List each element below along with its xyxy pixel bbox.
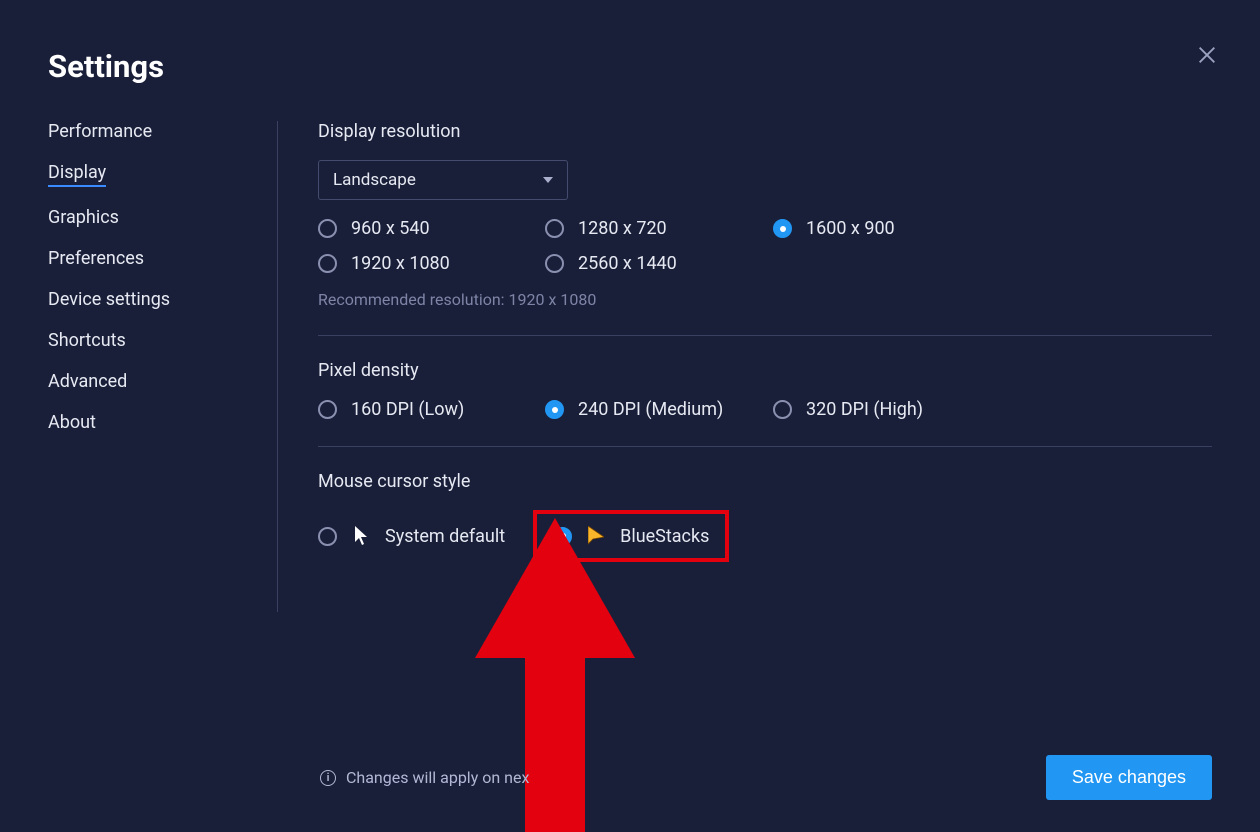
radio-icon	[545, 219, 564, 238]
radio-label: BlueStacks	[620, 526, 709, 547]
annotation-highlight-box: BlueStacks	[533, 510, 729, 562]
section-title: Display resolution	[318, 121, 1212, 142]
orientation-select-value: Landscape	[333, 170, 416, 190]
radio-label: 2560 x 1440	[578, 253, 677, 274]
info-icon: i	[320, 770, 336, 786]
section-display-resolution: Display resolution Landscape 960 x 540 1…	[318, 121, 1212, 336]
radio-icon	[545, 400, 564, 419]
footer: i Changes will apply on nex Save changes	[320, 755, 1212, 800]
sidebar-item-about[interactable]: About	[48, 412, 96, 433]
radio-label: 240 DPI (Medium)	[578, 399, 723, 420]
radio-icon	[553, 527, 572, 546]
radio-label: 960 x 540	[351, 218, 430, 239]
radio-label: 1280 x 720	[578, 218, 667, 239]
radio-icon	[773, 219, 792, 238]
resolution-option-1600x900[interactable]: 1600 x 900	[773, 218, 1001, 239]
page-title: Settings	[48, 48, 1212, 85]
sidebar-item-graphics[interactable]: Graphics	[48, 207, 119, 228]
sidebar-item-shortcuts[interactable]: Shortcuts	[48, 330, 126, 351]
radio-icon	[318, 219, 337, 238]
sidebar-item-display[interactable]: Display	[48, 162, 106, 187]
cursor-system-icon	[351, 524, 371, 548]
section-pixel-density: Pixel density 160 DPI (Low) 240 DPI (Med…	[318, 360, 1212, 447]
dpi-option-160[interactable]: 160 DPI (Low)	[318, 399, 545, 420]
dpi-option-240[interactable]: 240 DPI (Medium)	[545, 399, 773, 420]
footer-note-text: Changes will apply on nex	[346, 768, 529, 787]
sidebar-item-device-settings[interactable]: Device settings	[48, 289, 170, 310]
close-icon	[1196, 44, 1218, 66]
radio-label: 160 DPI (Low)	[351, 399, 464, 420]
sidebar: Performance Display Graphics Preferences…	[48, 121, 278, 612]
radio-icon	[545, 254, 564, 273]
resolution-option-960x540[interactable]: 960 x 540	[318, 218, 545, 239]
radio-icon	[318, 527, 337, 546]
sidebar-item-preferences[interactable]: Preferences	[48, 248, 144, 269]
radio-icon	[318, 400, 337, 419]
content: Display resolution Landscape 960 x 540 1…	[278, 121, 1212, 612]
radio-label: 320 DPI (High)	[806, 399, 923, 420]
radio-label: 1920 x 1080	[351, 253, 450, 274]
section-mouse-cursor: Mouse cursor style System default	[318, 471, 1212, 588]
section-title: Pixel density	[318, 360, 1212, 381]
radio-icon	[773, 400, 792, 419]
footer-note: i Changes will apply on nex	[320, 768, 529, 787]
orientation-select[interactable]: Landscape	[318, 160, 568, 200]
sidebar-item-advanced[interactable]: Advanced	[48, 371, 127, 392]
radio-label: System default	[385, 526, 505, 547]
radio-icon	[318, 254, 337, 273]
resolution-option-1920x1080[interactable]: 1920 x 1080	[318, 253, 545, 274]
save-changes-button[interactable]: Save changes	[1046, 755, 1212, 800]
cursor-bluestacks-icon	[586, 524, 606, 548]
chevron-down-icon	[543, 177, 553, 183]
resolution-option-2560x1440[interactable]: 2560 x 1440	[545, 253, 773, 274]
close-button[interactable]	[1196, 44, 1220, 68]
section-title: Mouse cursor style	[318, 471, 1212, 492]
cursor-option-system-default[interactable]: System default	[318, 524, 505, 548]
dpi-option-320[interactable]: 320 DPI (High)	[773, 399, 1001, 420]
resolution-option-1280x720[interactable]: 1280 x 720	[545, 218, 773, 239]
recommended-resolution: Recommended resolution: 1920 x 1080	[318, 290, 1212, 309]
sidebar-item-performance[interactable]: Performance	[48, 121, 152, 142]
cursor-option-bluestacks[interactable]: BlueStacks	[553, 524, 709, 548]
radio-label: 1600 x 900	[806, 218, 895, 239]
